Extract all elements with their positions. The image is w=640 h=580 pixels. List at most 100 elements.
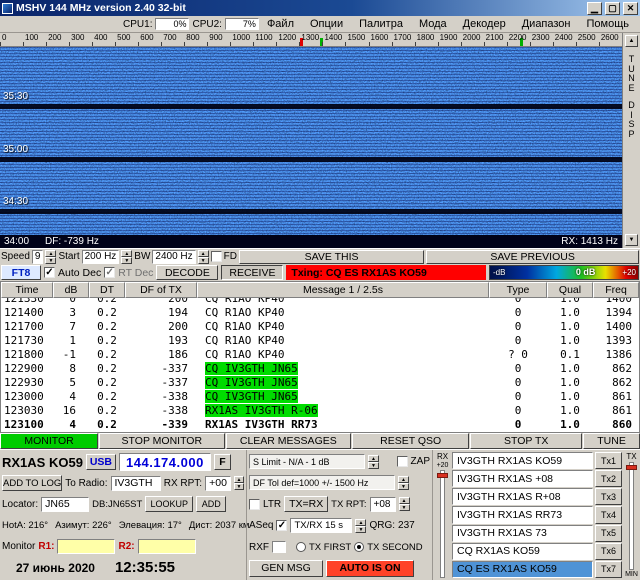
stepper-down-button[interactable]: ▼ xyxy=(234,483,244,490)
zap-checkbox[interactable] xyxy=(397,456,408,467)
receive-button[interactable]: RECEIVE xyxy=(221,265,283,280)
frequency-display[interactable]: 144.174.000 xyxy=(119,453,211,471)
stepper-down-button[interactable]: ▼ xyxy=(198,257,209,264)
stepper-down-button[interactable]: ▼ xyxy=(355,526,366,533)
tx-first-radio[interactable] xyxy=(296,542,306,552)
slider-thumb[interactable] xyxy=(437,473,448,478)
locator-field[interactable]: JN65 xyxy=(41,497,89,512)
menu-item[interactable]: Диапазон xyxy=(514,17,579,31)
bw-stepper[interactable]: ▲▼ xyxy=(198,250,209,264)
decode-row[interactable]: 123030 16 0.2 -338 RX1AS IV3GTH R-06 0 1… xyxy=(1,404,639,418)
tx-select-button[interactable]: Tx4 xyxy=(595,506,622,523)
tx-message-field[interactable]: IV3GTH RX1AS 73 xyxy=(452,525,593,542)
waterfall-display[interactable]: 35:30 35:00 34:30 34:00 DF: -739 Hz RX: … xyxy=(0,47,622,248)
maximize-button[interactable]: ▢ xyxy=(605,2,620,15)
tx-message-field[interactable]: IV3GTH RX1AS KO59 xyxy=(452,452,593,469)
auto-dec-checkbox[interactable] xyxy=(44,267,55,278)
tx-select-button[interactable]: Tx7 xyxy=(595,561,622,578)
tx-select-button[interactable]: Tx1 xyxy=(595,452,622,469)
lookup-button[interactable]: LOOKUP xyxy=(145,496,193,512)
auto-is-on-button[interactable]: AUTO IS ON xyxy=(326,560,414,577)
bw-value[interactable]: 2400 Hz xyxy=(152,250,195,264)
monitor-bar-button[interactable]: RESET QSO xyxy=(352,433,469,449)
tx-message-field[interactable]: CQ ES RX1AS KO59 xyxy=(452,561,593,578)
speed-value[interactable]: 9 xyxy=(32,250,44,264)
stepper-down-button[interactable]: ▼ xyxy=(121,257,132,264)
f-button[interactable]: F xyxy=(214,454,231,470)
monitor-bar-button[interactable]: CLEAR MESSAGES xyxy=(226,433,352,449)
tx-message-field[interactable]: IV3GTH RX1AS +08 xyxy=(452,470,593,487)
start-stepper[interactable]: ▲▼ xyxy=(121,250,132,264)
tx-message-field[interactable]: IV3GTH RX1AS R+08 xyxy=(452,488,593,505)
column-header-time[interactable]: Time xyxy=(1,282,53,298)
stepper-up-button[interactable]: ▲ xyxy=(355,519,366,526)
ltr-checkbox[interactable] xyxy=(249,499,260,510)
decode-row[interactable]: 122930 5 0.2 -337 CQ IV3GTH JN65 0 1.0 8… xyxy=(1,376,639,390)
rt-dec-checkbox[interactable] xyxy=(104,267,115,278)
start-value[interactable]: 200 Hz xyxy=(82,250,120,264)
add-to-log-button[interactable]: ADD TO LOG xyxy=(2,475,62,491)
tx-rpt-stepper[interactable]: ▲▼ xyxy=(399,497,410,511)
column-header-qual[interactable]: Qual xyxy=(547,282,593,298)
monitor-bar-button[interactable]: TUNE xyxy=(583,433,640,449)
tx-select-button[interactable]: Tx6 xyxy=(595,543,622,560)
speed-stepper[interactable]: ▲▼ xyxy=(45,250,56,264)
decode-row[interactable]: 121730 1 0.2 193 CQ R1AO KP40 0 1.0 1393 xyxy=(1,334,639,348)
stepper-down-button[interactable]: ▼ xyxy=(45,257,56,264)
decode-row[interactable]: 121400 3 0.2 194 CQ R1AO KP40 0 1.0 1394 xyxy=(1,306,639,320)
s-limit-stepper[interactable]: ▲▼ xyxy=(368,455,379,469)
df-tol-field[interactable]: DF Tol def=1000 +/- 1500 Hz xyxy=(249,475,395,490)
close-button[interactable]: ✕ xyxy=(623,2,638,15)
decode-row[interactable]: 123100 4 0.2 -339 RX1AS IV3GTH RR73 0 1.… xyxy=(1,418,639,432)
monitor-bar-button[interactable]: STOP TX xyxy=(470,433,582,449)
stepper-up-button[interactable]: ▲ xyxy=(399,497,410,504)
tx-message-field[interactable]: CQ RX1AS KO59 xyxy=(452,543,593,560)
tx-power-slider[interactable] xyxy=(629,462,634,570)
stepper-down-button[interactable]: ▼ xyxy=(398,483,409,490)
rx-gain-slider[interactable] xyxy=(440,470,445,578)
r2-field[interactable] xyxy=(138,539,196,554)
tx-select-button[interactable]: Tx5 xyxy=(595,525,622,542)
monitor-bar-button[interactable]: STOP MONITOR xyxy=(99,433,225,449)
column-header-message[interactable]: Message 1 / 2.5s xyxy=(197,282,489,298)
menu-item[interactable]: Опции xyxy=(302,17,351,31)
stepper-down-button[interactable]: ▼ xyxy=(368,462,379,469)
s-limit-field[interactable]: S Limit - N/A - 1 dB xyxy=(249,454,365,469)
gen-msg-button[interactable]: GEN MSG xyxy=(249,560,323,577)
stepper-up-button[interactable]: ▲ xyxy=(121,250,132,257)
column-header-df[interactable]: DF of TX xyxy=(125,282,197,298)
df-tol-stepper[interactable]: ▲▼ xyxy=(398,476,409,490)
stepper-up-button[interactable]: ▲ xyxy=(398,476,409,483)
minimize-button[interactable]: ▁ xyxy=(587,2,602,15)
column-header-dt[interactable]: DT xyxy=(89,282,125,298)
slider-thumb[interactable] xyxy=(626,465,637,470)
tx-eq-rx-button[interactable]: TX=RX xyxy=(284,496,328,512)
decode-row[interactable]: 121330 0 0.2 200 CQ R1AO KP40 0 1.0 1400 xyxy=(1,298,639,306)
stepper-down-button[interactable]: ▼ xyxy=(399,504,410,511)
scroll-down-button[interactable]: ▼ xyxy=(625,234,638,246)
decode-row[interactable]: 122900 8 0.2 -337 CQ IV3GTH JN65 0 1.0 8… xyxy=(1,362,639,376)
tx-message-field[interactable]: IV3GTH RX1AS RR73 xyxy=(452,506,593,523)
txrx-period-select[interactable]: TX/RX 15 s xyxy=(290,518,352,533)
mode-button[interactable]: FT8 xyxy=(1,265,41,280)
save-this-button[interactable]: SAVE THIS xyxy=(239,250,424,264)
decode-row[interactable]: 123000 4 0.2 -338 CQ IV3GTH JN65 0 1.0 8… xyxy=(1,390,639,404)
monitor-bar-button[interactable]: MONITOR xyxy=(0,433,98,449)
usb-mode-button[interactable]: USB xyxy=(86,454,116,470)
decode-row[interactable]: 121800 -1 0.2 186 CQ R1AO KP40 ? 0 0.1 1… xyxy=(1,348,639,362)
menu-item[interactable]: Декодер xyxy=(455,17,514,31)
menu-item[interactable]: Файл xyxy=(259,17,302,31)
stepper-up-button[interactable]: ▲ xyxy=(368,455,379,462)
fd-checkbox[interactable] xyxy=(211,251,222,262)
save-previous-button[interactable]: SAVE PREVIOUS xyxy=(426,250,639,264)
to-radio-field[interactable]: IV3GTH xyxy=(111,476,161,491)
tx-select-button[interactable]: Tx2 xyxy=(595,470,622,487)
tx-rpt-value[interactable]: +08 xyxy=(370,497,396,512)
tx-select-button[interactable]: Tx3 xyxy=(595,488,622,505)
menu-item[interactable]: Мода xyxy=(411,17,455,31)
rxf-field[interactable] xyxy=(272,541,286,553)
rx-rpt-value[interactable]: +00 xyxy=(205,476,231,491)
decode-button[interactable]: DECODE xyxy=(156,265,218,280)
stepper-up-button[interactable]: ▲ xyxy=(45,250,56,257)
column-header-type[interactable]: Type xyxy=(489,282,547,298)
